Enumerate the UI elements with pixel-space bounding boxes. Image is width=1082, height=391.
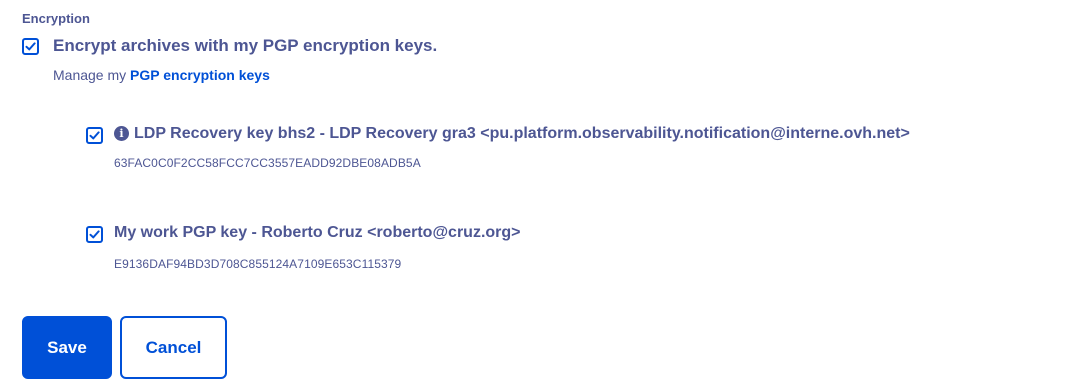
key-checkbox[interactable] — [86, 226, 103, 243]
save-button[interactable]: Save — [22, 316, 112, 379]
checkmark-icon — [25, 42, 36, 51]
key-checkbox[interactable] — [86, 127, 103, 144]
key-title-text: My work PGP key - Roberto Cruz <roberto@… — [114, 224, 521, 241]
encryption-settings-panel: Encryption Encrypt archives with my PGP … — [0, 0, 1082, 391]
checkmark-icon — [89, 131, 100, 140]
key-fingerprint: 63FAC0C0F2CC58FCC7CC3557EADD92DBE08ADB5A — [114, 156, 421, 170]
key-title-text: LDP Recovery key bhs2 - LDP Recovery gra… — [134, 125, 910, 142]
key-title[interactable]: My work PGP key - Roberto Cruz <roberto@… — [114, 224, 521, 242]
encrypt-archives-label[interactable]: Encrypt archives with my PGP encryption … — [53, 36, 437, 56]
checkmark-icon — [89, 230, 100, 239]
encryption-section-label: Encryption — [22, 11, 90, 26]
manage-keys-line: Manage my PGP encryption keys — [53, 67, 270, 83]
encrypt-archives-checkbox[interactable] — [22, 38, 39, 55]
manage-keys-prefix: Manage my — [53, 67, 131, 83]
key-title[interactable]: i LDP Recovery key bhs2 - LDP Recovery gr… — [114, 125, 910, 143]
pgp-keys-link[interactable]: PGP encryption keys — [130, 67, 270, 83]
info-circle-icon[interactable]: i — [114, 126, 129, 141]
key-fingerprint: E9136DAF94BD3D708C855124A7109E653C115379 — [114, 257, 402, 271]
cancel-button[interactable]: Cancel — [120, 316, 227, 379]
